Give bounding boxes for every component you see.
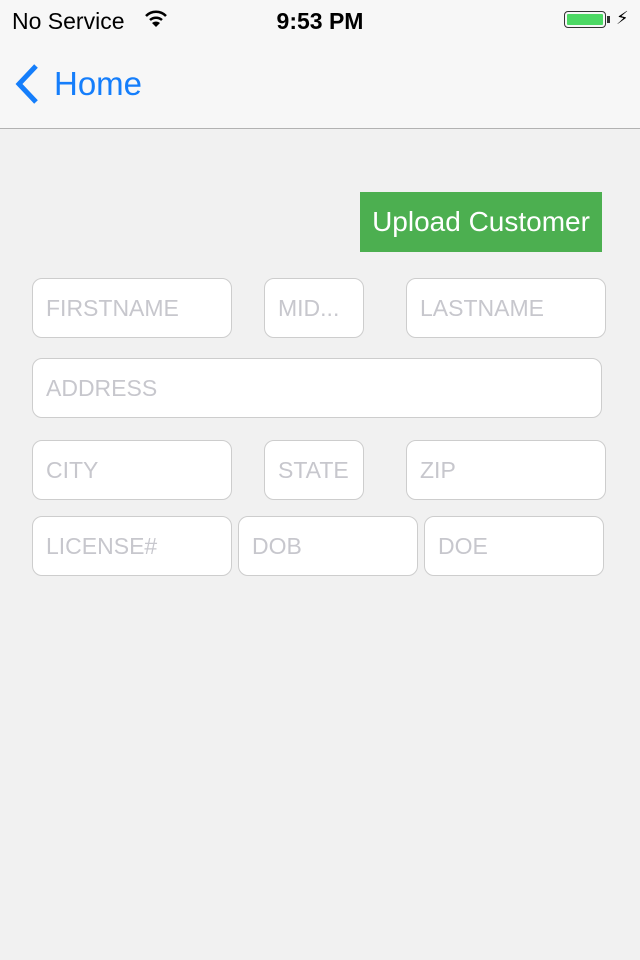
battery-tip [607,16,610,23]
clock: 9:53 PM [276,8,364,34]
lastname-field[interactable] [406,278,606,338]
status-bar: No Service 9:53 PM ⚡︎ [0,0,640,40]
battery-icon [564,11,606,28]
chevron-left-icon [15,64,38,104]
back-button[interactable]: Home [14,64,142,104]
city-field[interactable] [32,440,232,500]
navigation-bar: Home [0,40,640,129]
doe-field[interactable] [424,516,604,576]
charging-bolt-icon: ⚡︎ [616,8,629,28]
zip-field[interactable] [406,440,606,500]
upload-customer-button[interactable]: Upload Customer [360,192,602,252]
license-field[interactable] [32,516,232,576]
middle-name-field[interactable] [264,278,364,338]
dob-field[interactable] [238,516,418,576]
back-label: Home [54,65,143,102]
address-field[interactable] [32,358,602,418]
firstname-field[interactable] [32,278,232,338]
state-field[interactable] [264,440,364,500]
